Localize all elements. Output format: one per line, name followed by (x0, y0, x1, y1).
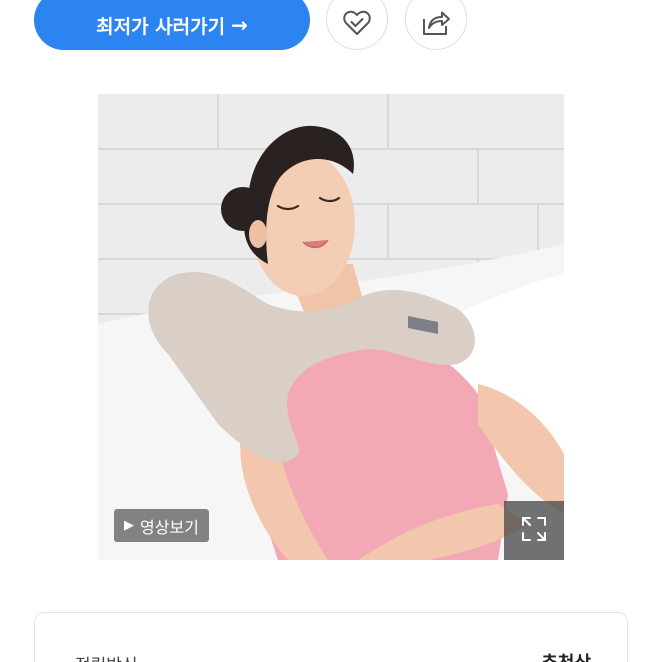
expand-image-button[interactable] (504, 501, 564, 560)
heart-check-icon (342, 9, 372, 41)
wishlist-button[interactable] (326, 0, 388, 50)
share-button[interactable] (405, 0, 467, 50)
expand-icon (520, 515, 548, 547)
info-card: 적립방식 추천상 (34, 612, 628, 662)
share-icon (421, 9, 451, 41)
buy-lowest-price-button[interactable]: 최저가 사러가기 → (34, 0, 310, 50)
product-photo (98, 94, 564, 560)
info-value: 추천상 (541, 649, 591, 662)
product-page: 최저가 사러가기 → ▶ 영상보기 (0, 0, 662, 662)
watch-video-label: 영상보기 (140, 517, 199, 537)
info-label: 적립방식 (75, 651, 138, 662)
product-image[interactable]: ▶ 영상보기 (98, 94, 564, 560)
play-icon: ▶ (124, 518, 134, 533)
watch-video-button[interactable]: ▶ 영상보기 (114, 509, 209, 542)
buy-button-label: 최저가 사러가기 (96, 15, 226, 38)
arrow-right-icon: → (231, 13, 248, 37)
